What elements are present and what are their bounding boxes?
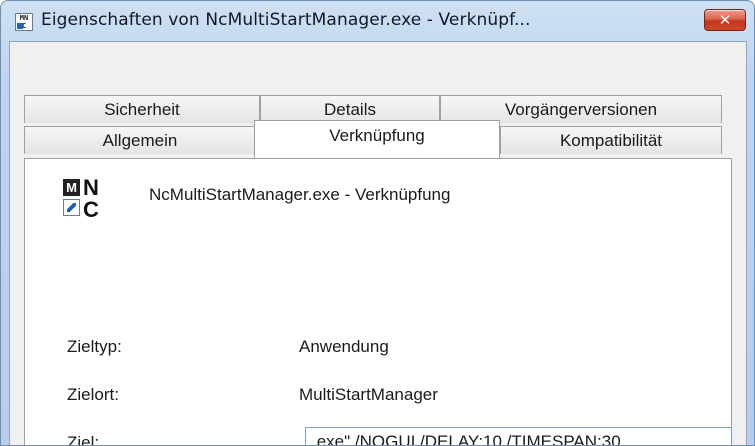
close-icon: ✕ bbox=[718, 11, 732, 29]
zieltyp-value: Anwendung bbox=[299, 337, 389, 356]
tab-label: Details bbox=[324, 100, 376, 119]
shortcut-name: NcMultiStartManager.exe - Verknüpfung bbox=[149, 185, 451, 204]
app-icon-c: C bbox=[83, 197, 99, 222]
ziel-input[interactable] bbox=[305, 427, 732, 445]
zieltyp-label: Zieltyp: bbox=[67, 337, 122, 356]
window-title: Eigenschaften von NcMultiStartManager.ex… bbox=[41, 10, 531, 30]
separator bbox=[65, 305, 713, 306]
dialog-client-area: Sicherheit Details Vorgängerversionen Al… bbox=[9, 41, 747, 446]
tab-allgemein[interactable]: Allgemein bbox=[24, 126, 256, 154]
tab-details[interactable]: Details bbox=[260, 95, 440, 123]
ziel-label: Ziel: bbox=[67, 433, 100, 446]
close-button[interactable]: ✕ bbox=[704, 9, 746, 31]
tab-vorgaengerversionen[interactable]: Vorgängerversionen bbox=[440, 95, 722, 123]
shortcut-arrow-icon bbox=[63, 199, 80, 216]
title-bar[interactable]: MN C Eigenschaften von NcMultiStartManag… bbox=[1, 1, 754, 41]
tab-label: Allgemein bbox=[102, 131, 178, 150]
app-icon-m: M bbox=[63, 179, 80, 196]
tab-sicherheit[interactable]: Sicherheit bbox=[24, 95, 260, 123]
app-icon-n: N bbox=[83, 175, 99, 200]
zielort-value: MultiStartManager bbox=[299, 385, 438, 404]
zielort-label: Zielort: bbox=[67, 385, 119, 404]
tab-label: Kompatibilität bbox=[559, 131, 663, 150]
tab-panel-verknuepfung: M N C NcMultiStartManager.exe - Verknüpf… bbox=[24, 158, 732, 446]
properties-window: MN C Eigenschaften von NcMultiStartManag… bbox=[0, 0, 755, 446]
ziel-label-accelerator: Z bbox=[67, 433, 78, 446]
tab-label: Verknüpfung bbox=[329, 126, 425, 145]
app-shortcut-icon: MN C bbox=[15, 13, 33, 31]
ziel-label-rest: iel: bbox=[77, 433, 100, 446]
tab-verknuepfung[interactable]: Verknüpfung bbox=[254, 120, 500, 158]
tab-label: Vorgängerversionen bbox=[504, 100, 658, 119]
tab-kompatibilitaet[interactable]: Kompatibilität bbox=[500, 126, 722, 154]
shortcut-app-icon: M N C bbox=[61, 177, 101, 221]
tab-label: Sicherheit bbox=[104, 100, 180, 119]
